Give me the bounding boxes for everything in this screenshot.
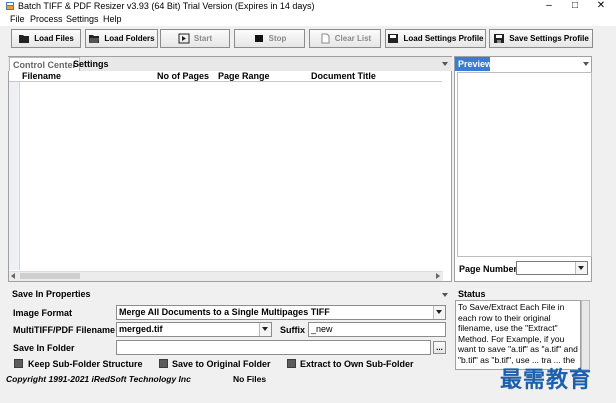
save-original-checkbox[interactable] bbox=[159, 359, 168, 368]
page-number-label: Page Number bbox=[459, 264, 518, 274]
multi-filename-label: MultiTIFF/PDF Filename bbox=[13, 325, 116, 335]
save-original-label: Save to Original Folder bbox=[172, 359, 271, 369]
chevron-down-icon[interactable] bbox=[259, 323, 271, 336]
extract-own-checkbox[interactable] bbox=[287, 359, 296, 368]
load-settings-profile-label: Load Settings Profile bbox=[403, 34, 484, 43]
stop-icon bbox=[254, 35, 263, 42]
scroll-left-icon[interactable] bbox=[11, 273, 15, 279]
save-icon bbox=[494, 34, 505, 43]
image-format-value: Merge All Documents to a Single Multipag… bbox=[119, 307, 330, 317]
page-number-select[interactable] bbox=[516, 261, 588, 275]
chevron-down-icon[interactable] bbox=[575, 262, 587, 274]
copyright-text: Copyright 1991-2021 iRedSoft Technology … bbox=[6, 374, 191, 384]
status-label: Status bbox=[458, 289, 486, 299]
tab-menu-chevron-icon[interactable] bbox=[442, 62, 448, 66]
image-format-select[interactable]: Merge All Documents to a Single Multipag… bbox=[116, 305, 446, 320]
folder-open-icon bbox=[89, 35, 100, 43]
clear-list-label: Clear List bbox=[334, 34, 372, 43]
maximize-button[interactable]: □ bbox=[562, 0, 588, 12]
status-text: To Save/Extract Each File in each row to… bbox=[455, 300, 581, 370]
tab-preview[interactable]: Preview bbox=[455, 57, 492, 71]
save-properties-chevron-icon[interactable] bbox=[442, 293, 448, 297]
play-icon bbox=[178, 33, 190, 44]
save-settings-profile-button[interactable]: Save Settings Profile bbox=[489, 29, 593, 48]
preview-image-area bbox=[457, 72, 592, 257]
chevron-down-icon[interactable] bbox=[433, 306, 445, 319]
preview-menu-chevron-icon[interactable] bbox=[583, 62, 589, 66]
column-document-title[interactable]: Document Title bbox=[311, 71, 376, 81]
app-icon bbox=[6, 2, 14, 10]
save-properties-title: Save In Properties bbox=[12, 289, 91, 299]
keep-subfolder-label: Keep Sub-Folder Structure bbox=[28, 359, 143, 369]
page-icon bbox=[321, 33, 330, 44]
suffix-label: Suffix bbox=[280, 325, 306, 335]
load-settings-profile-button[interactable]: Load Settings Profile bbox=[385, 29, 486, 48]
file-list-panel bbox=[8, 56, 452, 282]
load-folders-label: Load Folders bbox=[104, 34, 155, 43]
extract-own-label: Extract to Own Sub-Folder bbox=[300, 359, 414, 369]
multi-filename-value: merged.tif bbox=[119, 324, 163, 334]
menu-process[interactable]: Process bbox=[30, 12, 63, 26]
scrollbar-thumb[interactable] bbox=[20, 273, 80, 279]
scroll-right-icon[interactable] bbox=[436, 273, 440, 279]
tab-settings[interactable]: Settings bbox=[70, 57, 112, 71]
window-title: Batch TIFF & PDF Resizer v3.93 (64 Bit) … bbox=[18, 1, 315, 11]
save-settings-profile-label: Save Settings Profile bbox=[509, 34, 589, 43]
multi-filename-combo[interactable]: merged.tif bbox=[116, 322, 272, 337]
watermark-logo: 最需教育 bbox=[500, 367, 593, 393]
minimize-button[interactable]: – bbox=[536, 0, 562, 12]
folder-icon bbox=[19, 35, 30, 43]
start-label: Start bbox=[193, 34, 213, 43]
start-button[interactable]: Start bbox=[160, 29, 230, 48]
save-folder-input[interactable] bbox=[116, 340, 431, 355]
menu-settings[interactable]: Settings bbox=[66, 12, 99, 26]
file-count-text: No Files bbox=[233, 374, 267, 384]
column-page-range[interactable]: Page Range bbox=[218, 71, 270, 81]
clear-list-button[interactable]: Clear List bbox=[309, 29, 381, 48]
status-scrollbar[interactable] bbox=[581, 300, 590, 370]
row-indicator-column bbox=[9, 82, 20, 270]
stop-label: Stop bbox=[268, 34, 287, 43]
image-format-label: Image Format bbox=[13, 308, 73, 318]
column-filename[interactable]: Filename bbox=[22, 71, 61, 81]
load-files-label: Load Files bbox=[34, 34, 74, 43]
menu-help[interactable]: Help bbox=[103, 12, 122, 26]
close-button[interactable]: ✕ bbox=[588, 0, 614, 12]
save-folder-label: Save In Folder bbox=[13, 343, 75, 353]
load-folders-button[interactable]: Load Folders bbox=[85, 29, 158, 48]
stop-button[interactable]: Stop bbox=[234, 29, 305, 48]
load-profile-icon bbox=[388, 34, 399, 43]
column-no-of-pages[interactable]: No of Pages bbox=[157, 71, 209, 81]
browse-folder-button[interactable]: ... bbox=[433, 341, 446, 354]
suffix-input[interactable]: _new bbox=[308, 322, 446, 337]
menu-file[interactable]: File bbox=[10, 12, 25, 26]
load-files-button[interactable]: Load Files bbox=[11, 29, 81, 48]
keep-subfolder-checkbox[interactable] bbox=[14, 359, 23, 368]
